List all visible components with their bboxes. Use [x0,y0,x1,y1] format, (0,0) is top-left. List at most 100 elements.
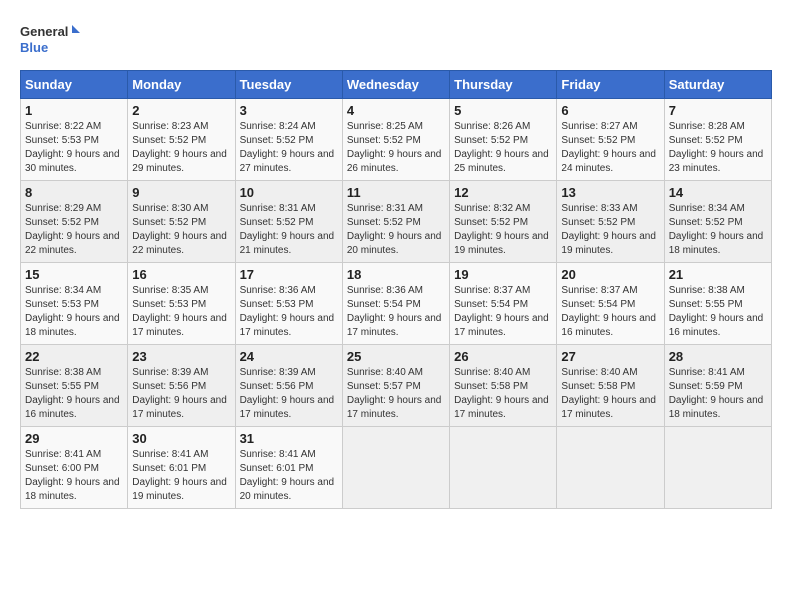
calendar-cell: 22Sunrise: 8:38 AMSunset: 5:55 PMDayligh… [21,345,128,427]
day-number: 27 [561,349,659,364]
day-info: Sunrise: 8:40 AMSunset: 5:58 PMDaylight:… [454,366,552,422]
calendar-cell: 20 Sunrise: 8:37 AMSunset: 5:54 PMDayligh… [557,263,664,345]
day-info: Sunrise: 8:31 AMSunset: 5:52 PMDaylight:… [347,202,445,258]
calendar-cell: 30Sunrise: 8:41 AMSunset: 6:01 PMDayligh… [128,427,235,509]
day-number: 12 [454,185,552,200]
day-info: Sunrise: 8:37 AMSunset: 5:54 PMDaylight:… [454,284,552,340]
day-number: 1 [25,103,123,118]
day-number: 23 [132,349,230,364]
weekday-header-wednesday: Wednesday [342,71,449,99]
day-info: Sunrise: 8:37 AMSunset: 5:54 PMDaylight:… [561,284,659,340]
day-number: 7 [669,103,767,118]
day-info: Sunrise: 8:38 AMSunset: 5:55 PMDaylight:… [669,284,767,340]
day-info: Sunrise: 8:40 AMSunset: 5:57 PMDaylight:… [347,366,445,422]
day-number: 18 [347,267,445,282]
day-info: Sunrise: 8:27 AMSunset: 5:52 PMDaylight:… [561,120,659,176]
weekday-header-friday: Friday [557,71,664,99]
day-number: 14 [669,185,767,200]
day-info: Sunrise: 8:40 AMSunset: 5:58 PMDaylight:… [561,366,659,422]
day-number: 24 [240,349,338,364]
day-number: 10 [240,185,338,200]
calendar-cell [664,427,771,509]
header: General Blue [20,20,772,60]
day-info: Sunrise: 8:26 AMSunset: 5:52 PMDaylight:… [454,120,552,176]
logo: General Blue [20,20,80,60]
calendar-cell: 24 Sunrise: 8:39 AMSunset: 5:56 PMDayligh… [235,345,342,427]
day-number: 8 [25,185,123,200]
day-info: Sunrise: 8:34 AMSunset: 5:53 PMDaylight:… [25,284,123,340]
day-info: Sunrise: 8:36 AMSunset: 5:53 PMDaylight:… [240,284,338,340]
calendar-week-4: 22Sunrise: 8:38 AMSunset: 5:55 PMDayligh… [21,345,772,427]
svg-text:General: General [20,24,68,39]
calendar-cell: 28Sunrise: 8:41 AMSunset: 5:59 PMDayligh… [664,345,771,427]
calendar-cell: 31 Sunrise: 8:41 AMSunset: 6:01 PMDayligh… [235,427,342,509]
calendar-cell: 18Sunrise: 8:36 AMSunset: 5:54 PMDayligh… [342,263,449,345]
weekday-header-saturday: Saturday [664,71,771,99]
day-info: Sunrise: 8:24 AMSunset: 5:52 PMDaylight:… [240,120,338,176]
calendar-cell: 4 Sunrise: 8:25 AMSunset: 5:52 PMDaylight… [342,99,449,181]
day-info: Sunrise: 8:34 AMSunset: 5:52 PMDaylight:… [669,202,767,258]
calendar-cell: 2Sunrise: 8:23 AMSunset: 5:52 PMDaylight… [128,99,235,181]
day-number: 11 [347,185,445,200]
day-number: 17 [240,267,338,282]
calendar-cell: 10 Sunrise: 8:31 AMSunset: 5:52 PMDayligh… [235,181,342,263]
calendar-cell: 12Sunrise: 8:32 AMSunset: 5:52 PMDayligh… [450,181,557,263]
day-info: Sunrise: 8:29 AMSunset: 5:52 PMDaylight:… [25,202,123,258]
day-info: Sunrise: 8:41 AMSunset: 6:01 PMDaylight:… [240,448,338,504]
calendar-week-1: 1 Sunrise: 8:22 AMSunset: 5:53 PMDaylight… [21,99,772,181]
calendar-cell: 6 Sunrise: 8:27 AMSunset: 5:52 PMDaylight… [557,99,664,181]
day-number: 15 [25,267,123,282]
day-info: Sunrise: 8:35 AMSunset: 5:53 PMDaylight:… [132,284,230,340]
calendar-cell: 25Sunrise: 8:40 AMSunset: 5:57 PMDayligh… [342,345,449,427]
calendar-cell [557,427,664,509]
day-info: Sunrise: 8:30 AMSunset: 5:52 PMDaylight:… [132,202,230,258]
day-number: 9 [132,185,230,200]
day-info: Sunrise: 8:39 AMSunset: 5:56 PMDaylight:… [240,366,338,422]
day-number: 6 [561,103,659,118]
calendar-cell: 29Sunrise: 8:41 AMSunset: 6:00 PMDayligh… [21,427,128,509]
day-number: 13 [561,185,659,200]
calendar-body: 1 Sunrise: 8:22 AMSunset: 5:53 PMDaylight… [21,99,772,509]
calendar-cell: 23Sunrise: 8:39 AMSunset: 5:56 PMDayligh… [128,345,235,427]
day-number: 4 [347,103,445,118]
calendar-cell [342,427,449,509]
calendar-cell: 13 Sunrise: 8:33 AMSunset: 5:52 PMDayligh… [557,181,664,263]
day-number: 20 [561,267,659,282]
day-number: 16 [132,267,230,282]
weekday-header-row: SundayMondayTuesdayWednesdayThursdayFrid… [21,71,772,99]
calendar-cell: 3Sunrise: 8:24 AMSunset: 5:52 PMDaylight… [235,99,342,181]
calendar-cell: 14 Sunrise: 8:34 AMSunset: 5:52 PMDayligh… [664,181,771,263]
calendar-cell: 16 Sunrise: 8:35 AMSunset: 5:53 PMDayligh… [128,263,235,345]
day-info: Sunrise: 8:33 AMSunset: 5:52 PMDaylight:… [561,202,659,258]
calendar-cell: 9 Sunrise: 8:30 AMSunset: 5:52 PMDaylight… [128,181,235,263]
calendar-cell: 17 Sunrise: 8:36 AMSunset: 5:53 PMDayligh… [235,263,342,345]
calendar-table: SundayMondayTuesdayWednesdayThursdayFrid… [20,70,772,509]
day-number: 5 [454,103,552,118]
day-info: Sunrise: 8:22 AMSunset: 5:53 PMDaylight:… [25,120,123,176]
calendar-cell: 1 Sunrise: 8:22 AMSunset: 5:53 PMDaylight… [21,99,128,181]
calendar-cell: 26 Sunrise: 8:40 AMSunset: 5:58 PMDayligh… [450,345,557,427]
calendar-cell: 7 Sunrise: 8:28 AMSunset: 5:52 PMDaylight… [664,99,771,181]
day-number: 19 [454,267,552,282]
day-number: 2 [132,103,230,118]
calendar-cell: 8 Sunrise: 8:29 AMSunset: 5:52 PMDaylight… [21,181,128,263]
day-number: 29 [25,431,123,446]
calendar-cell: 11 Sunrise: 8:31 AMSunset: 5:52 PMDayligh… [342,181,449,263]
calendar-week-2: 8 Sunrise: 8:29 AMSunset: 5:52 PMDaylight… [21,181,772,263]
day-info: Sunrise: 8:28 AMSunset: 5:52 PMDaylight:… [669,120,767,176]
day-number: 21 [669,267,767,282]
weekday-header-tuesday: Tuesday [235,71,342,99]
calendar-cell: 21 Sunrise: 8:38 AMSunset: 5:55 PMDayligh… [664,263,771,345]
day-info: Sunrise: 8:41 AMSunset: 5:59 PMDaylight:… [669,366,767,422]
calendar-cell: 27 Sunrise: 8:40 AMSunset: 5:58 PMDayligh… [557,345,664,427]
day-info: Sunrise: 8:31 AMSunset: 5:52 PMDaylight:… [240,202,338,258]
day-number: 22 [25,349,123,364]
day-info: Sunrise: 8:25 AMSunset: 5:52 PMDaylight:… [347,120,445,176]
calendar-cell: 5 Sunrise: 8:26 AMSunset: 5:52 PMDaylight… [450,99,557,181]
day-number: 31 [240,431,338,446]
day-number: 26 [454,349,552,364]
calendar-cell: 15 Sunrise: 8:34 AMSunset: 5:53 PMDayligh… [21,263,128,345]
calendar-week-3: 15 Sunrise: 8:34 AMSunset: 5:53 PMDayligh… [21,263,772,345]
calendar-cell [450,427,557,509]
calendar-cell: 19 Sunrise: 8:37 AMSunset: 5:54 PMDayligh… [450,263,557,345]
